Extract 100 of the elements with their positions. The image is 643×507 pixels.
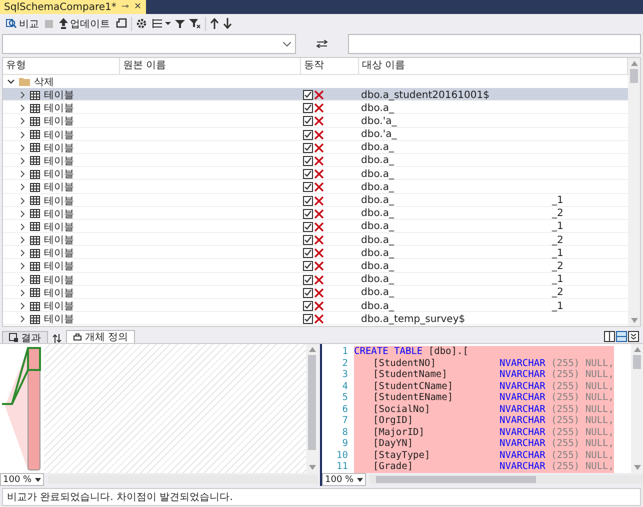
- stacked-view-icon[interactable]: [616, 330, 627, 342]
- checkbox[interactable]: [303, 169, 313, 180]
- column-header[interactable]: 동작: [301, 58, 359, 74]
- data-type: NVARCHAR: [500, 450, 546, 461]
- arrow-up-icon[interactable]: [210, 18, 219, 29]
- checkbox[interactable]: [303, 116, 313, 126]
- checkbox[interactable]: [303, 103, 313, 114]
- zoom-dropdown[interactable]: 100 %: [0, 473, 44, 486]
- checkbox[interactable]: [303, 222, 313, 232]
- checkbox[interactable]: [303, 208, 313, 219]
- vertical-scrollbar[interactable]: [628, 58, 640, 326]
- collapse-icon[interactable]: [628, 330, 639, 342]
- side-by-side-icon[interactable]: [604, 330, 615, 342]
- scroll-thumb[interactable]: [633, 355, 641, 369]
- data-type: NVARCHAR: [500, 438, 546, 450]
- table-icon: [30, 275, 40, 284]
- delete-icon: [314, 314, 324, 324]
- delete-icon: [314, 130, 324, 140]
- target-name: dbo.a_: [361, 208, 394, 220]
- table-row[interactable]: 테이블 dbo.a_ _1: [3, 299, 628, 312]
- document-tab[interactable]: SqlSchemaCompare1* ⊸ ✕: [0, 0, 146, 14]
- data-type: NVARCHAR: [500, 404, 546, 415]
- object-definition-tab[interactable]: 개체 정의: [66, 330, 136, 343]
- checkbox[interactable]: [303, 142, 313, 153]
- checkbox[interactable]: [303, 248, 313, 258]
- checkbox[interactable]: [303, 288, 313, 298]
- table-row[interactable]: 테이블 dbo.a_: [3, 140, 628, 154]
- table-row[interactable]: 테이블 dbo.a_ _2: [3, 206, 628, 220]
- column-header[interactable]: 유형: [3, 58, 120, 74]
- update-button[interactable]: 업데이트: [57, 16, 112, 32]
- scroll-thumb[interactable]: [630, 69, 638, 83]
- horizontal-scrollbar[interactable]: [370, 475, 643, 484]
- column-name: [StudentEName]: [372, 392, 454, 404]
- column-name: [StudentCName]: [372, 380, 454, 392]
- table-icon: [30, 156, 40, 166]
- scroll-thumb[interactable]: [376, 476, 536, 483]
- type-label: 테이블: [44, 168, 74, 182]
- scroll-thumb[interactable]: [308, 355, 316, 450]
- filter-clear-icon[interactable]: [189, 18, 201, 29]
- checkbox[interactable]: [303, 130, 313, 140]
- delete-icon: [314, 169, 324, 180]
- table-row[interactable]: 테이블 dbo.a_ _2: [3, 286, 628, 299]
- delete-icon: [314, 261, 324, 272]
- checkbox[interactable]: [303, 235, 313, 246]
- checkbox[interactable]: [303, 301, 313, 311]
- zoom-dropdown[interactable]: 100 %: [322, 473, 366, 486]
- target-name-suffix: _2: [552, 234, 564, 246]
- checkbox[interactable]: [303, 196, 313, 206]
- checkbox[interactable]: [303, 182, 313, 192]
- table-row[interactable]: 테이블 dbo.'a_: [3, 128, 628, 141]
- sql-keyword: CREATE TABLE: [354, 346, 423, 358]
- swap-icon[interactable]: [316, 40, 328, 48]
- target-name: dbo.'a_: [361, 116, 397, 127]
- compare-button[interactable]: 비교: [4, 16, 41, 32]
- table-row[interactable]: 테이블 dbo.a_: [3, 180, 628, 194]
- checkbox[interactable]: [303, 314, 313, 324]
- checkbox[interactable]: [303, 90, 313, 100]
- target-name: dbo.a_: [361, 102, 394, 114]
- filter-icon[interactable]: [175, 18, 185, 28]
- group-row[interactable]: 삭제: [3, 75, 628, 88]
- close-button[interactable]: ✕: [134, 2, 142, 12]
- settings-icon[interactable]: [136, 18, 147, 29]
- null-keyword: NULL,: [585, 450, 614, 461]
- line-number: 10: [336, 450, 349, 461]
- caret-icon: [282, 42, 290, 46]
- type-label: 테이블: [44, 234, 74, 248]
- target-name: dbo.a_: [361, 287, 394, 298]
- table-row[interactable]: 테이블 dbo.a_student20161001$: [3, 88, 628, 102]
- target-name: dbo.a_student20161001$: [361, 90, 490, 100]
- checkbox[interactable]: [303, 261, 313, 272]
- column-header[interactable]: 원본 이름: [120, 58, 301, 74]
- sort-icon[interactable]: [52, 334, 62, 343]
- pin-button[interactable]: ⊸: [121, 2, 129, 12]
- table-row[interactable]: 테이블 dbo.a_: [3, 167, 628, 180]
- table-row[interactable]: 테이블 dbo.a_ _2: [3, 233, 628, 246]
- table-row[interactable]: 테이블 dbo.a_ _1: [3, 272, 628, 286]
- type-size: (255): [551, 438, 580, 450]
- table-row[interactable]: 테이블 dbo.'a_: [3, 114, 628, 128]
- vertical-scrollbar[interactable]: [306, 344, 318, 473]
- table-row[interactable]: 테이블 dbo.a_ _1: [3, 194, 628, 207]
- vertical-scrollbar[interactable]: [631, 344, 643, 473]
- arrow-down-icon[interactable]: [223, 18, 232, 29]
- table-row[interactable]: 테이블 dbo.a_ _1: [3, 220, 628, 234]
- table-row[interactable]: 테이블 dbo.a_ _1: [3, 246, 628, 260]
- results-tab[interactable]: 결과: [2, 331, 48, 343]
- table-row[interactable]: 테이블 dbo.a_temp_survey$: [3, 312, 628, 326]
- chevron-icon[interactable]: [7, 78, 15, 86]
- column-name: [DayYN]: [372, 438, 414, 450]
- group-dropdown-icon[interactable]: [151, 18, 171, 29]
- target-name: dbo.'a_: [361, 129, 397, 140]
- table-row[interactable]: 테이블 dbo.a_: [3, 101, 628, 114]
- table-row[interactable]: 테이블 dbo.a_ _2: [3, 259, 628, 273]
- checkbox[interactable]: [303, 156, 313, 166]
- checkbox[interactable]: [303, 274, 313, 285]
- target-name: dbo.a_: [361, 155, 394, 166]
- table-row[interactable]: 테이블 dbo.a_: [3, 154, 628, 168]
- type-label: 테이블: [44, 142, 74, 155]
- search-icon: [6, 18, 17, 29]
- type-label: 테이블: [44, 300, 74, 313]
- delete-icon: [314, 208, 324, 219]
